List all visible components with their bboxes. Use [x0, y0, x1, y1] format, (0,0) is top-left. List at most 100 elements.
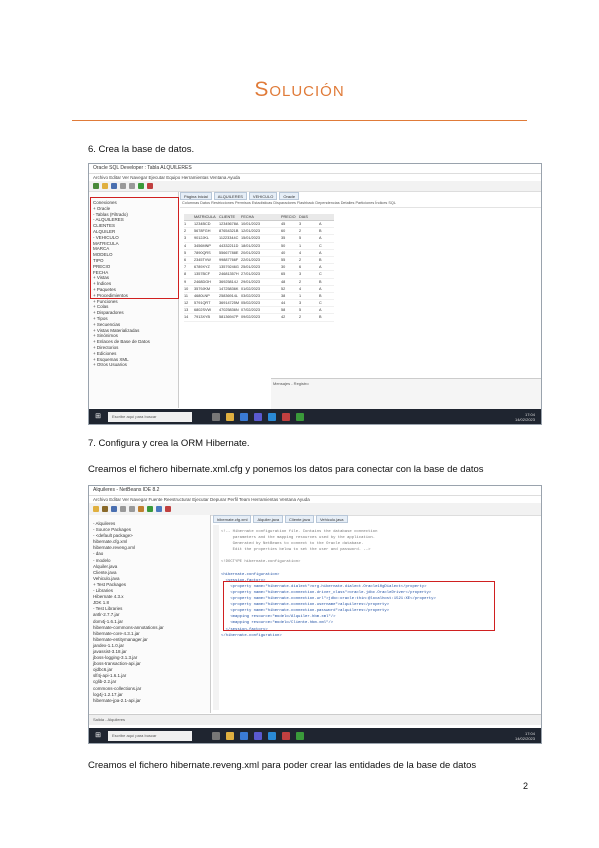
- window-title: Oracle SQL Developer : Tabla ALQUILERES: [89, 164, 541, 174]
- table-cell: 12: [184, 301, 189, 306]
- table-row[interactable]: 3 9012JKL 11223344C 15/01/2023 35 5 A: [184, 235, 334, 243]
- clock: 17:04 14/02/2023: [514, 730, 535, 741]
- netbeans-screenshot: Alquileres - NetBeans IDE 8.2 Archivo Ed…: [88, 485, 542, 744]
- title-rule: [72, 120, 527, 121]
- table-row[interactable]: 12 5791QRT 36914725M 05/02/2023 44 3 C: [184, 300, 334, 308]
- table-row[interactable]: 6 2345TVW 99887766F 22/01/2023 55 2 B: [184, 257, 334, 265]
- table-cell: 10/01/2023: [241, 222, 261, 226]
- table-cell: B: [319, 279, 322, 284]
- table-cell: 2345TVW: [194, 257, 211, 262]
- table-cell: 9: [184, 279, 187, 284]
- table-cell: 45: [281, 222, 286, 226]
- store-icon[interactable]: [254, 731, 262, 740]
- table-cell: 24681357H: [219, 272, 239, 277]
- table-cell: 9012JKL: [194, 236, 209, 241]
- app-icon[interactable]: [296, 731, 304, 740]
- highlight-box: [223, 581, 495, 631]
- undo-icon: [120, 506, 126, 512]
- table-cell: 11223344C: [219, 236, 239, 241]
- column-header[interactable]: PRECIO: [281, 214, 299, 220]
- debug-icon: [147, 183, 153, 189]
- table-cell: A: [319, 222, 322, 226]
- menu-bar: Archivo Editar Ver Navegar Ejecutar Equi…: [93, 175, 241, 180]
- editor-tab[interactable]: Cliente.java: [285, 515, 314, 523]
- explorer-icon[interactable]: [226, 731, 234, 740]
- tree-item[interactable]: + Otros Usuarios: [93, 362, 150, 368]
- table-row[interactable]: 10 3579JKM 14725836K 01/02/2023 52 4 A: [184, 286, 334, 293]
- table-cell: 2: [299, 257, 302, 262]
- highlight-box: [90, 197, 179, 299]
- table-row[interactable]: 13 6802SVW 47025836N 07/02/2023 58 5 A: [184, 307, 334, 315]
- editor-tab[interactable]: Alquiler.java: [253, 515, 284, 523]
- table-row[interactable]: 7 6789XYZ 13579246G 25/01/2023 30 6 A: [184, 264, 334, 272]
- table-row[interactable]: 14 7913XYB 58136947P 09/02/2023 42 2 B: [184, 314, 334, 322]
- store-icon[interactable]: [254, 412, 262, 421]
- task-view-icon[interactable]: [212, 412, 220, 421]
- task-view-icon[interactable]: [212, 731, 220, 740]
- table-cell: 3: [299, 301, 302, 306]
- app-icon[interactable]: [282, 731, 290, 740]
- app-icon[interactable]: [282, 412, 290, 421]
- table-cell: 50: [281, 243, 286, 248]
- table-cell: 13: [184, 308, 189, 313]
- table-subtabs: Columnas Datos Restricciones Permisos Es…: [180, 200, 541, 208]
- editor-tab[interactable]: hibernate.cfg.xml: [213, 515, 252, 523]
- table-cell: 03/02/2023: [241, 293, 261, 298]
- table-row[interactable]: 5 7890QRS 55667788E 20/01/2023 40 4 A: [184, 250, 334, 257]
- table-row[interactable]: 8 1357BCF 24681357H 27/01/2023 65 3 C: [184, 271, 334, 279]
- column-header[interactable]: DIAS: [299, 214, 319, 220]
- table-row[interactable]: 1 1234BCD 12345678A 10/01/2023 45 3 A: [184, 221, 334, 229]
- browser-icon[interactable]: [240, 731, 248, 740]
- column-header[interactable]: MATRICULA: [194, 214, 219, 220]
- table-cell: 5: [299, 308, 302, 313]
- page-title: Solución: [254, 78, 345, 101]
- table-cell: 18/01/2023: [241, 243, 261, 248]
- table-cell: 27/01/2023: [241, 272, 261, 277]
- table-cell: 11: [184, 293, 188, 298]
- table-row[interactable]: 2 5678FGH 87654321B 12/01/2023 60 2 B: [184, 228, 334, 236]
- column-header[interactable]: FECHA: [241, 214, 281, 220]
- table-row[interactable]: 4 3456MNP 44332211D 18/01/2023 50 1 C: [184, 243, 334, 250]
- explorer-icon[interactable]: [226, 412, 234, 421]
- table-cell: A: [319, 265, 322, 270]
- windows-taskbar: ⊞ Escribe aquí para buscar 17:04 14/02/2…: [89, 728, 541, 743]
- table-cell: 87654321B: [219, 229, 239, 234]
- code-line: </hibernate-configuration>: [221, 633, 282, 638]
- windows-start-icon[interactable]: ⊞: [94, 732, 102, 740]
- grid-header: MATRICULA CLIENTE FECHA PRECIO DIAS: [184, 214, 334, 221]
- table-row[interactable]: 11 4680LNP 25836914L 03/02/2023 38 1 B: [184, 293, 334, 301]
- editor-tabs: Página Inicial ALQUILERES VEHICULO Oracle: [180, 192, 541, 200]
- table-cell: 13579246G: [219, 265, 239, 270]
- mail-icon[interactable]: [268, 412, 276, 421]
- projects-panel: - Alquileres - Source Packages - <defaul…: [89, 515, 211, 713]
- table-cell: B: [319, 315, 322, 320]
- table-cell: 6: [184, 257, 187, 262]
- browser-icon[interactable]: [240, 412, 248, 421]
- column-header[interactable]: [184, 214, 194, 220]
- editor-tab[interactable]: VEHICULO: [248, 192, 278, 200]
- windows-start-icon[interactable]: ⊞: [94, 413, 102, 421]
- tree-item[interactable]: hibernate-commons-annotations.jar: [93, 625, 164, 631]
- table-cell: 3456MNP: [194, 243, 211, 248]
- undo-icon: [120, 183, 126, 189]
- column-header[interactable]: [319, 214, 331, 220]
- table-cell: 1: [184, 222, 187, 226]
- table-cell: 36914725M: [219, 301, 240, 306]
- table-cell: 44: [281, 301, 286, 306]
- editor-tab[interactable]: Oracle: [279, 192, 300, 200]
- editor-tab[interactable]: ALQUILERES: [213, 192, 247, 200]
- table-cell: 01/02/2023: [241, 286, 261, 291]
- table-cell: 2: [299, 279, 302, 284]
- table-cell: 05/02/2023: [241, 301, 261, 306]
- taskbar-search[interactable]: Escribe aquí para buscar: [108, 411, 192, 422]
- editor-tab[interactable]: Vehiculo.java: [315, 515, 348, 523]
- table-cell: 14725836K: [219, 286, 239, 291]
- editor-tabs: hibernate.cfg.xml Alquiler.java Cliente.ja…: [213, 515, 541, 523]
- column-header[interactable]: CLIENTE: [219, 214, 241, 220]
- table-row[interactable]: 9 2468DGH 36925814J 29/01/2023 48 2 B: [184, 279, 334, 286]
- tree-item[interactable]: hibernate-jpa-2.1-api.jar: [93, 698, 164, 704]
- mail-icon[interactable]: [268, 731, 276, 740]
- app-icon[interactable]: [296, 412, 304, 421]
- taskbar-search[interactable]: Escribe aquí para buscar: [108, 730, 192, 741]
- editor-tab[interactable]: Página Inicial: [180, 192, 212, 200]
